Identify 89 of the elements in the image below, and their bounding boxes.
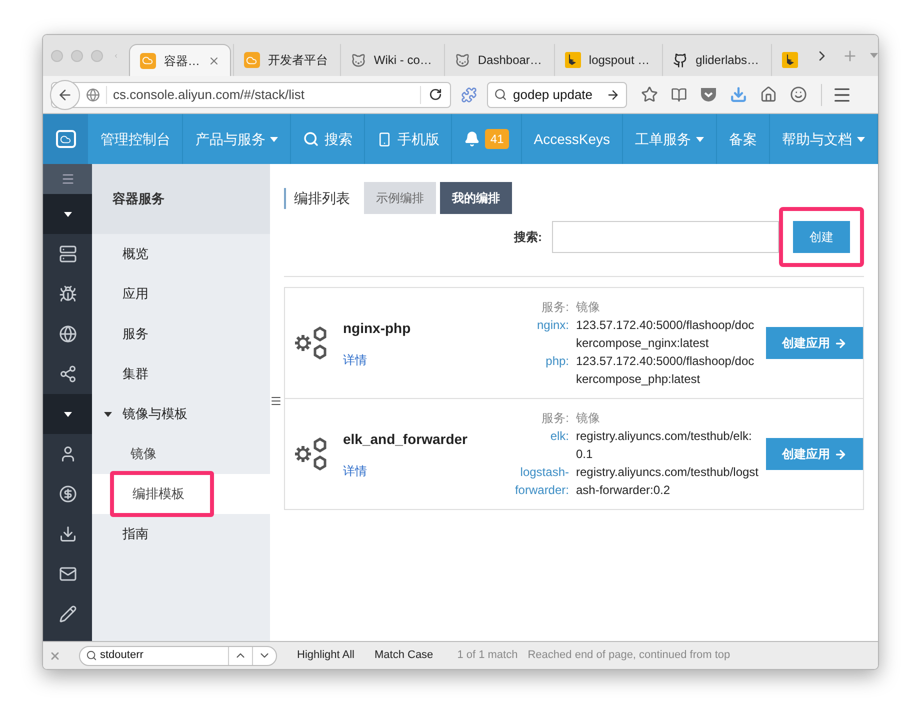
stack-name: nginx-php xyxy=(343,318,412,338)
caret-icon xyxy=(64,412,72,416)
phone-icon xyxy=(377,132,392,146)
gears-icon xyxy=(293,437,327,471)
go-icon[interactable] xyxy=(606,88,620,102)
pocket-icon[interactable] xyxy=(700,86,717,102)
globe-icon[interactable] xyxy=(58,325,77,343)
service-name: nginx: xyxy=(536,317,569,334)
highlight-all-button[interactable]: Highlight All xyxy=(297,647,354,664)
url-text: cs.console.aliyun.com/#/stack/list xyxy=(113,86,306,104)
caret-icon xyxy=(857,136,865,142)
sidebar-item[interactable]: 概览 xyxy=(92,234,270,274)
match-case-button[interactable]: Match Case xyxy=(374,647,434,664)
details-link[interactable]: 详情 xyxy=(343,462,493,480)
details-link[interactable]: 详情 xyxy=(343,350,493,368)
match-count: 1 of 1 match xyxy=(457,648,518,664)
pencil-icon[interactable] xyxy=(58,605,77,623)
extension-icon[interactable] xyxy=(461,86,477,102)
logo[interactable] xyxy=(43,114,88,164)
caret-icon xyxy=(696,136,704,142)
service-header: 服务: xyxy=(540,299,569,316)
close-icon[interactable] xyxy=(208,54,220,66)
server-icon[interactable] xyxy=(58,245,77,263)
image-path: 123.57.172.40:5000/flashoop/dockercompose_nginx:latest xyxy=(576,317,756,352)
find-status: Reached end of page, continued from top xyxy=(528,648,730,664)
sidebar-item[interactable]: 指南 xyxy=(92,514,270,554)
tab[interactable]: 示例编排 xyxy=(364,182,436,214)
cat-icon xyxy=(454,52,470,68)
back-icon xyxy=(57,86,73,102)
image-header: 镜像 xyxy=(576,410,600,427)
search-icon xyxy=(86,650,97,661)
search-field[interactable] xyxy=(552,221,779,253)
search-label: 搜索: xyxy=(514,229,542,246)
reading-list-icon[interactable] xyxy=(671,86,687,102)
url-field[interactable]: cs.console.aliyun.com/#/stack/list xyxy=(51,82,451,108)
coin-icon[interactable] xyxy=(58,485,77,503)
bug-icon[interactable] xyxy=(58,285,77,303)
service-name: php: xyxy=(544,353,569,370)
caret-icon xyxy=(104,412,112,416)
tab-title: logspout … xyxy=(588,52,650,69)
image-path: registry.aliyuncs.com/testhub/logstash-forwarder:0.2 xyxy=(576,464,760,499)
gears-icon xyxy=(293,326,327,360)
search-icon xyxy=(494,88,507,101)
tab-title: 开发者平台 xyxy=(268,52,328,69)
smiley-icon[interactable] xyxy=(790,86,807,103)
bookmark-star-icon[interactable] xyxy=(641,86,658,103)
cloud-logo-icon xyxy=(244,52,260,68)
search-icon xyxy=(303,131,320,147)
home-icon[interactable] xyxy=(760,86,777,103)
globe-icon xyxy=(86,88,100,102)
image-header: 镜像 xyxy=(576,299,600,316)
image-path: 123.57.172.40:5000/flashoop/dockercompose_php:latest xyxy=(576,353,756,388)
stack-name: elk_and_forwarder xyxy=(343,430,468,448)
caret-icon xyxy=(270,136,278,142)
tab[interactable]: 我的编排 xyxy=(440,182,512,214)
network-icon[interactable] xyxy=(58,365,77,383)
find-field[interactable]: stdouterr xyxy=(79,646,277,666)
back-button[interactable] xyxy=(50,80,80,110)
tab-title: Dashboar… xyxy=(478,52,542,69)
service-header: 服务: xyxy=(540,410,569,427)
sidebar-title: 容器服务 xyxy=(112,190,164,208)
section-title: 编排列表 xyxy=(284,188,360,208)
highlight-frame: 编排模板 xyxy=(110,471,214,517)
octocat-icon xyxy=(672,52,688,68)
sidebar-item[interactable]: 编排模板 xyxy=(92,474,270,514)
tab-title: 容器… xyxy=(164,52,200,70)
service-name: logstash-forwarder: xyxy=(514,464,569,499)
sidebar-item[interactable]: 镜像 xyxy=(92,434,270,474)
tab-title: gliderlabs… xyxy=(696,52,759,69)
browser-tab[interactable]: 容器… xyxy=(128,44,231,76)
arrow-right-icon xyxy=(834,448,847,460)
search-field[interactable]: godep update xyxy=(487,82,627,108)
caret-icon xyxy=(870,53,878,58)
tab-title: Wiki - co… xyxy=(374,52,432,69)
mail-icon[interactable] xyxy=(58,565,77,583)
cloud-logo-icon xyxy=(140,52,156,68)
caret-icon xyxy=(64,212,72,216)
service-name: elk: xyxy=(549,428,569,445)
b-logo-icon xyxy=(564,52,581,68)
sidebar-item[interactable]: 服务 xyxy=(92,314,270,354)
sidebar-item[interactable]: 应用 xyxy=(92,274,270,314)
arrow-right-icon xyxy=(834,336,847,350)
bell-icon[interactable] xyxy=(464,131,480,147)
sidebar-item[interactable]: 镜像与模板 xyxy=(92,394,270,434)
reload-icon[interactable] xyxy=(429,88,442,101)
sidebar-item[interactable]: 集群 xyxy=(92,354,270,394)
cat-icon xyxy=(350,52,366,68)
menu-icon[interactable] xyxy=(60,172,75,186)
b-logo-icon xyxy=(782,52,798,68)
